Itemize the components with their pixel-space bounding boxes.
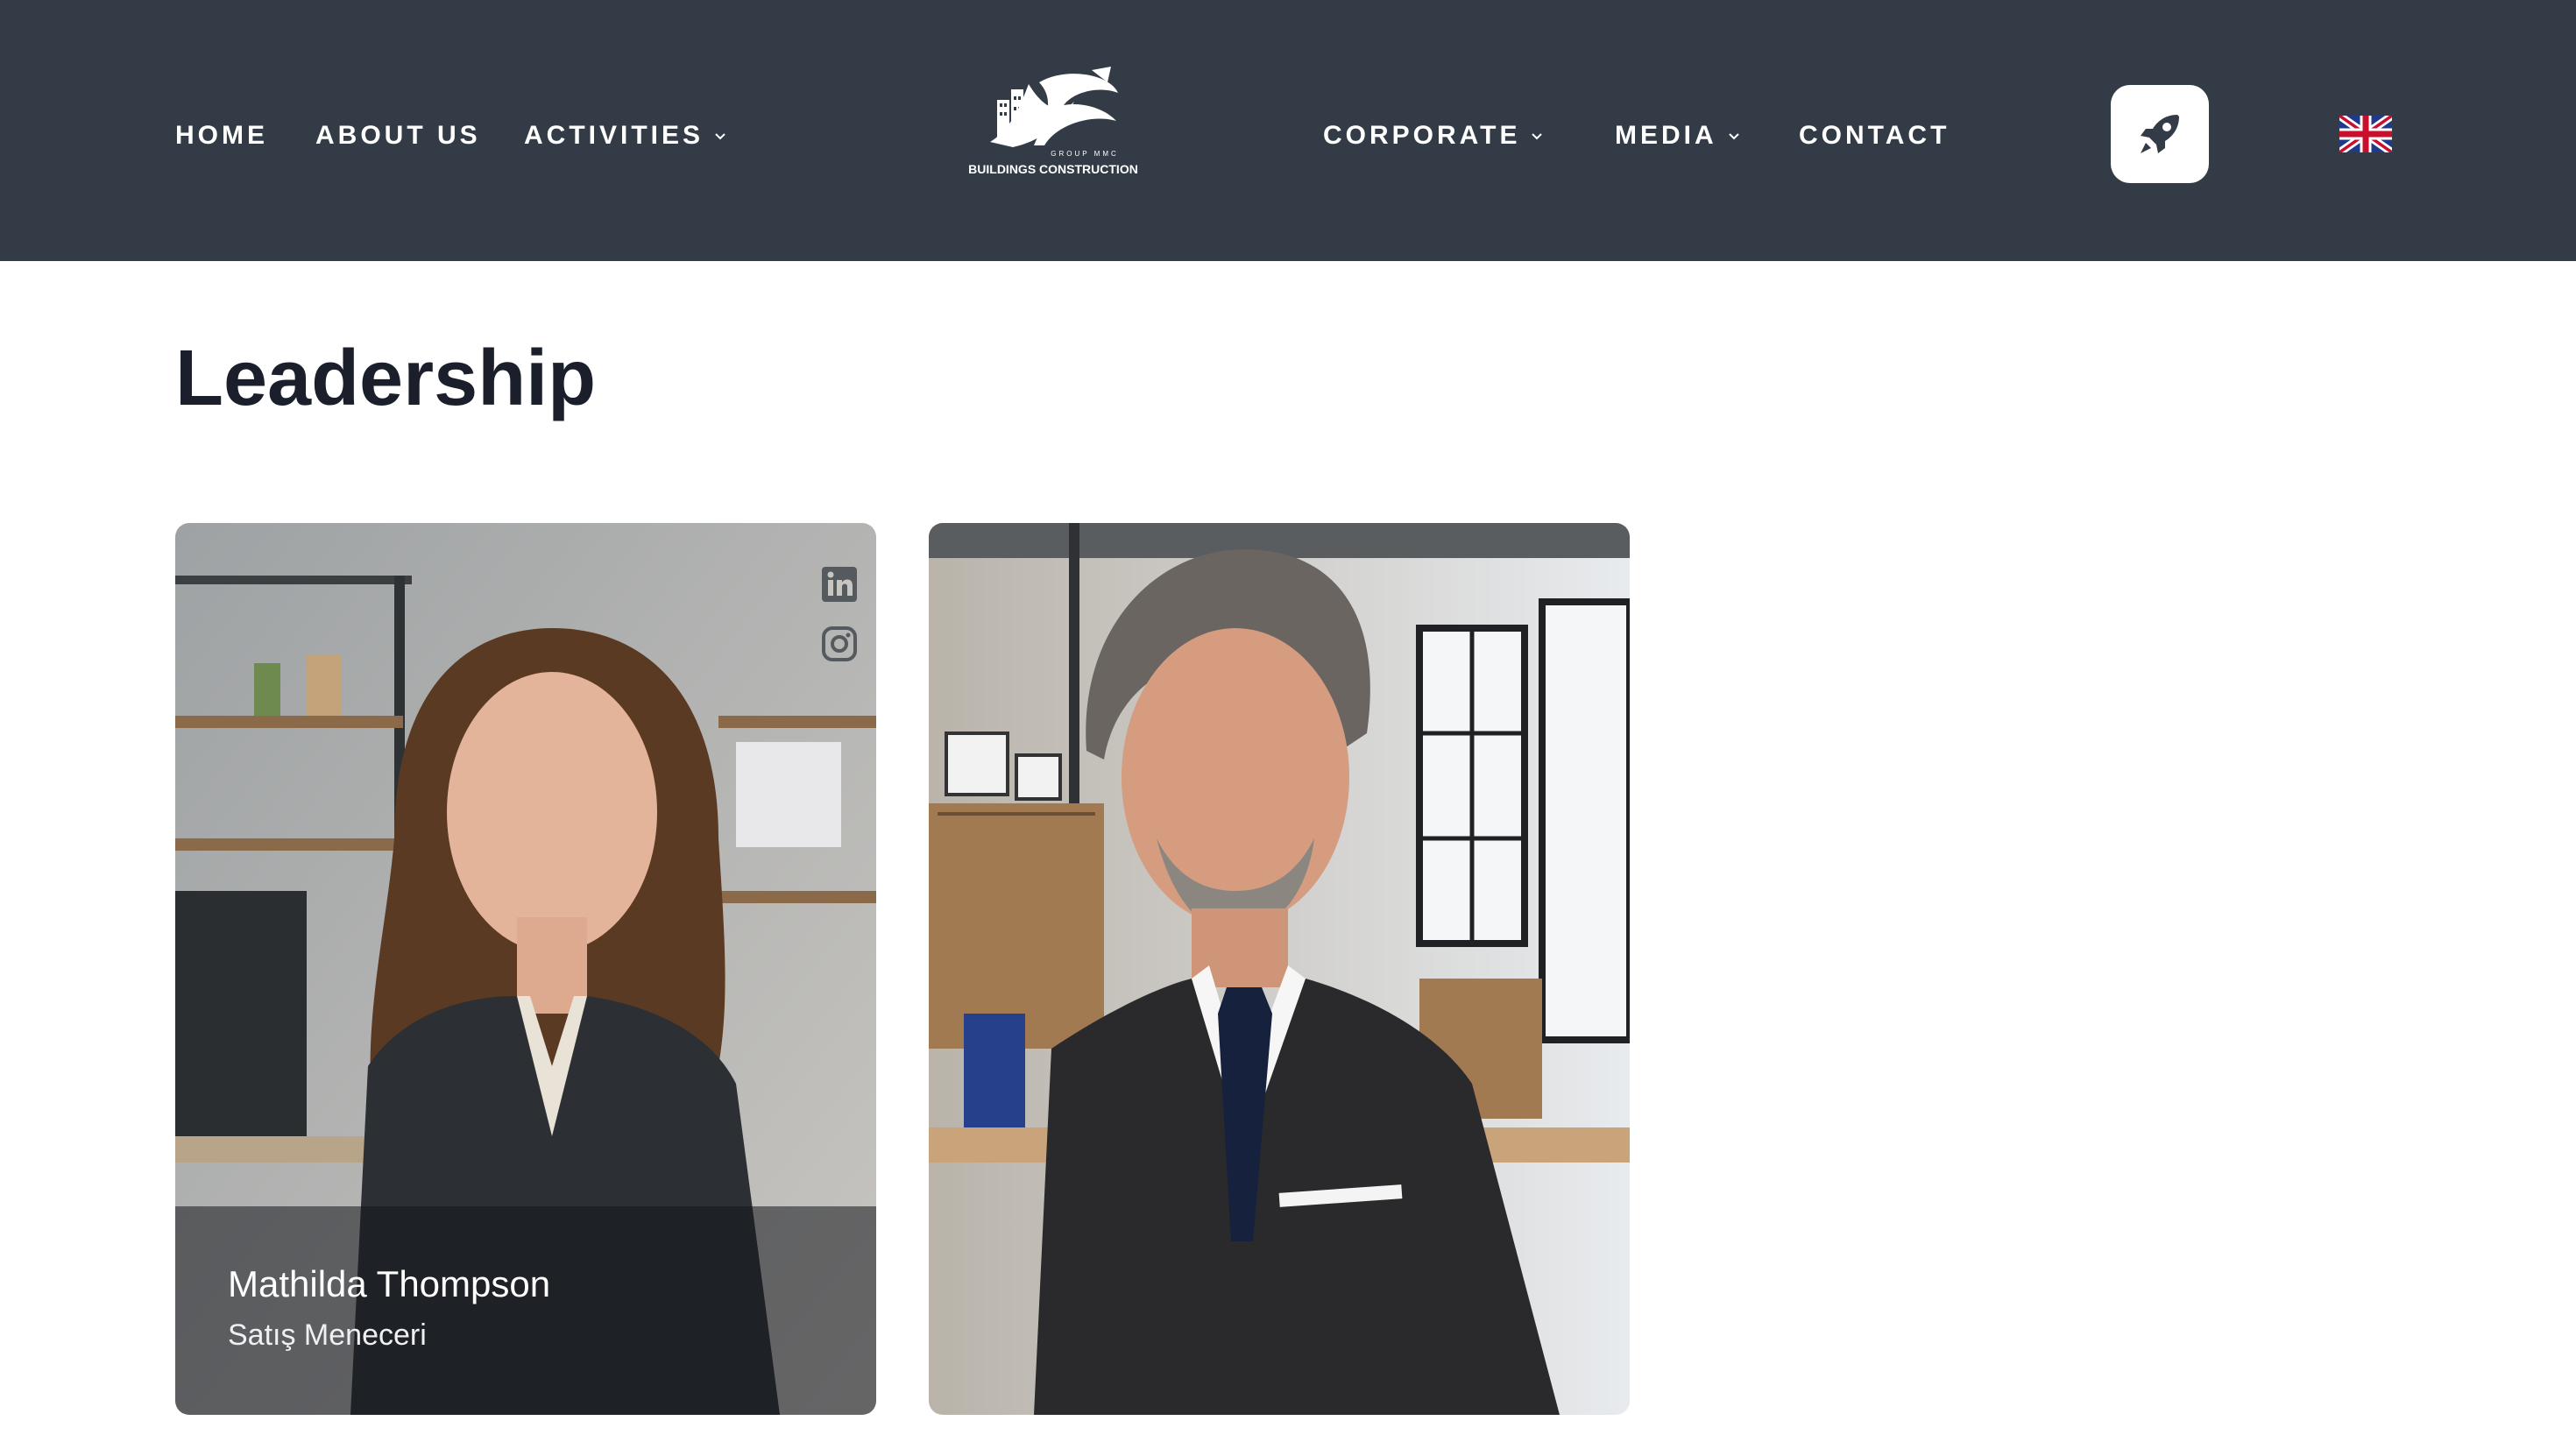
- nav-contact[interactable]: CONTACT: [1799, 120, 1950, 152]
- nav-about-us[interactable]: ABOUT US: [315, 120, 481, 152]
- company-logo[interactable]: GROUP MMC BUILDINGS CONSTRUCTION: [960, 67, 1146, 205]
- nav-corporate[interactable]: CORPORATE: [1323, 120, 1545, 152]
- launch-button[interactable]: [2111, 85, 2209, 183]
- nav-media-label: MEDIA: [1615, 121, 1717, 150]
- chevron-down-icon: [1532, 133, 1543, 140]
- nav-contact-label: CONTACT: [1799, 121, 1950, 150]
- nav-home[interactable]: HOME: [175, 120, 268, 152]
- person-role: Satış Meneceri: [228, 1318, 427, 1352]
- rocket-icon: [2141, 115, 2179, 153]
- person-name: Mathilda Thompson: [228, 1263, 551, 1304]
- chevron-down-icon: [1728, 133, 1739, 140]
- site-header: HOME ABOUT US ACTIVITIES GROUP MMC BUILD…: [0, 0, 2576, 261]
- team-card[interactable]: [929, 523, 1630, 1415]
- card-caption-overlay: [175, 1206, 876, 1415]
- chevron-down-icon: [715, 133, 725, 140]
- page-title: Leadership: [175, 335, 597, 422]
- instagram-icon[interactable]: [820, 625, 859, 663]
- uk-flag-icon[interactable]: [2339, 116, 2392, 152]
- nav-activities-label: ACTIVITIES: [524, 121, 704, 150]
- team-card[interactable]: Mathilda Thompson Satış Meneceri: [175, 523, 876, 1415]
- nav-media[interactable]: MEDIA: [1615, 120, 1742, 152]
- person-photo: [929, 523, 1630, 1415]
- nav-activities[interactable]: ACTIVITIES: [524, 120, 728, 152]
- nav-corporate-label: CORPORATE: [1323, 121, 1521, 150]
- linkedin-icon[interactable]: [820, 565, 859, 604]
- nav-home-label: HOME: [175, 121, 268, 150]
- logo-small-text: GROUP MMC: [1051, 150, 1119, 158]
- logo-subtitle: BUILDINGS CONSTRUCTION: [968, 162, 1138, 176]
- nav-about-us-label: ABOUT US: [315, 121, 481, 150]
